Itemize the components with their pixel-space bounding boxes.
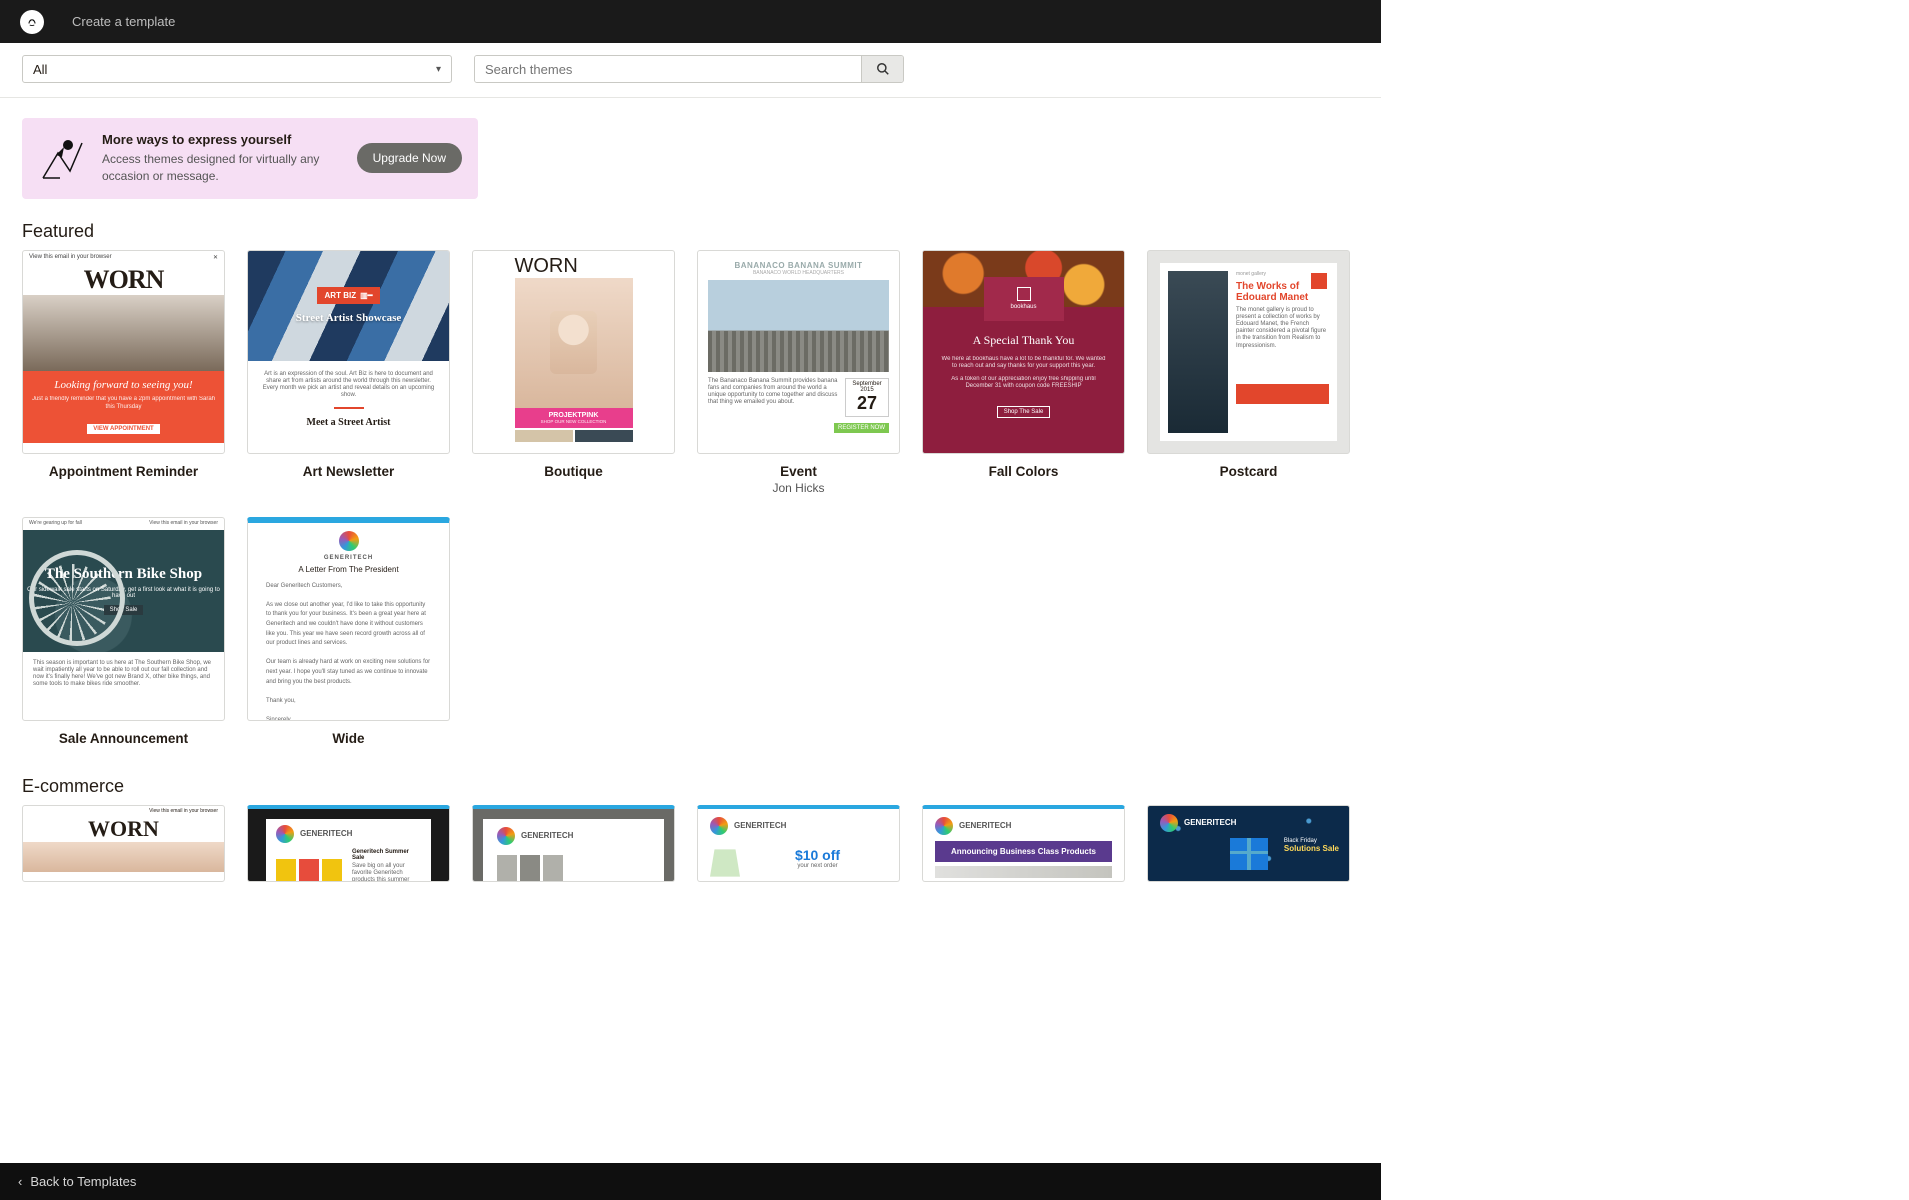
upsell-banner: More ways to express yourself Access the… — [22, 118, 478, 199]
template-name: Wide — [247, 731, 450, 746]
upsell-illustration-icon — [38, 133, 88, 183]
template-thumbnail: View this email in your browser WORN — [22, 805, 225, 882]
template-author: Jon Hicks — [697, 481, 900, 495]
filter-bar: All ▾ — [0, 43, 1381, 98]
template-thumbnail: BANANACO BANANA SUMMIT BANANACO WORLD HE… — [697, 250, 900, 454]
template-card[interactable]: ART BIZ▥━ Street Artist Showcase Art is … — [247, 250, 450, 495]
template-thumbnail: bookhaus A Special Thank You We here at … — [922, 250, 1125, 454]
template-thumbnail: GENERITECH Announcing Business Class Pro… — [922, 805, 1125, 882]
upgrade-button[interactable]: Upgrade Now — [357, 143, 462, 173]
template-thumbnail: GENERITECH $10 offyour next order — [697, 805, 900, 882]
template-card[interactable]: bookhaus A Special Thank You We here at … — [922, 250, 1125, 495]
template-card[interactable]: GENERITECH $10 offyour next order — [697, 805, 900, 882]
template-card[interactable]: We're gearing up for fallView this email… — [22, 517, 225, 746]
template-card[interactable]: View this email in your browser WORN — [22, 805, 225, 882]
template-thumbnail: WORN PROJEKTPINKSHOP OUR NEW COLLECTION — [472, 250, 675, 454]
template-thumbnail: monet gallery The Works of Edouard Manet… — [1147, 250, 1350, 454]
template-card[interactable]: WORN PROJEKTPINKSHOP OUR NEW COLLECTION … — [472, 250, 675, 495]
brand-logo-icon[interactable] — [20, 10, 44, 34]
search-icon — [876, 62, 890, 76]
search-button[interactable] — [861, 56, 903, 82]
chevron-left-icon: ‹ — [18, 1174, 22, 1189]
category-select[interactable]: All ▾ — [22, 55, 452, 83]
template-thumbnail: GENERITECH A Letter From The President D… — [247, 517, 450, 721]
template-card[interactable]: BANANACO BANANA SUMMIT BANANACO WORLD HE… — [697, 250, 900, 495]
template-card[interactable]: GENERITECH A Letter From The President D… — [247, 517, 450, 746]
template-thumbnail: GENERITECH Black FridaySolutions Sale — [1147, 805, 1350, 882]
search-field — [474, 55, 904, 83]
upsell-title: More ways to express yourself — [102, 132, 343, 147]
template-name: Appointment Reminder — [22, 464, 225, 479]
back-label: Back to Templates — [30, 1174, 136, 1189]
bottom-bar: ‹ Back to Templates — [0, 1163, 1381, 1200]
back-link[interactable]: ‹ Back to Templates — [18, 1174, 136, 1189]
template-thumbnail: GENERITECH Generitech Summer SaleSave bi… — [247, 805, 450, 882]
section-heading-ecommerce: E-commerce — [22, 776, 1359, 797]
template-thumbnail: View this email in your browser✕ WORN Lo… — [22, 250, 225, 454]
template-card[interactable]: GENERITECH — [472, 805, 675, 882]
template-name: Sale Announcement — [22, 731, 225, 746]
template-card[interactable]: GENERITECH Generitech Summer SaleSave bi… — [247, 805, 450, 882]
template-name: Fall Colors — [922, 464, 1125, 479]
template-thumbnail: GENERITECH — [472, 805, 675, 882]
top-bar: Create a template — [0, 0, 1381, 43]
category-select-value: All — [33, 62, 47, 77]
template-name: Event — [697, 464, 900, 479]
search-input[interactable] — [475, 56, 861, 82]
template-thumbnail: ART BIZ▥━ Street Artist Showcase Art is … — [247, 250, 450, 454]
template-thumbnail: We're gearing up for fallView this email… — [22, 517, 225, 721]
chevron-down-icon: ▾ — [436, 64, 441, 75]
template-card[interactable]: View this email in your browser✕ WORN Lo… — [22, 250, 225, 495]
upsell-subtitle: Access themes designed for virtually any… — [102, 151, 343, 185]
template-name: Art Newsletter — [247, 464, 450, 479]
page-title: Create a template — [72, 14, 175, 29]
template-card[interactable]: GENERITECH Black FridaySolutions Sale — [1147, 805, 1350, 882]
template-card[interactable]: GENERITECH Announcing Business Class Pro… — [922, 805, 1125, 882]
template-name: Postcard — [1147, 464, 1350, 479]
template-card[interactable]: monet gallery The Works of Edouard Manet… — [1147, 250, 1350, 495]
featured-grid: View this email in your browser✕ WORN Lo… — [22, 250, 1359, 746]
section-heading-featured: Featured — [22, 221, 1359, 242]
ecommerce-grid: View this email in your browser WORN GEN… — [22, 805, 1359, 882]
template-name: Boutique — [472, 464, 675, 479]
